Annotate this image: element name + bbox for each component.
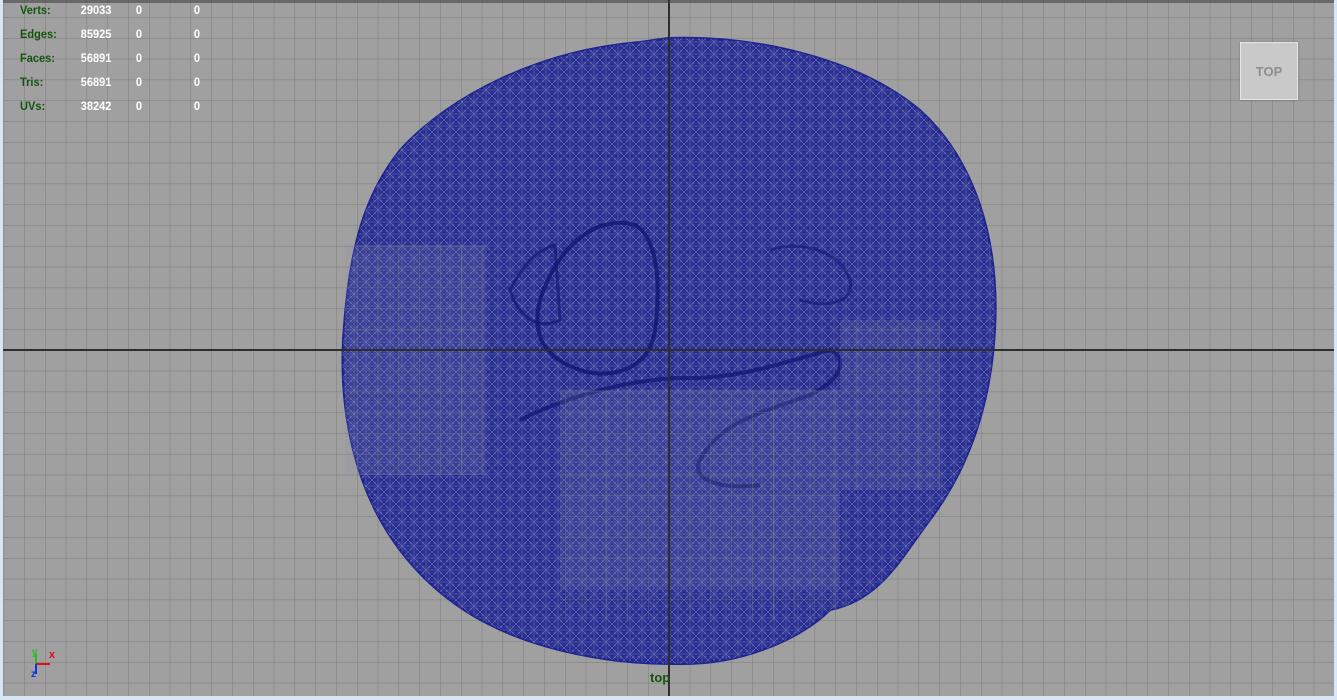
axis-x-label: x (49, 649, 56, 661)
hud-label: Faces: (20, 51, 55, 65)
hud-value: 0 (135, 3, 143, 17)
hud-row-faces: Faces: 56891 0 0 (20, 51, 222, 75)
hud-value: 0 (193, 3, 201, 17)
hud-value: 38242 (80, 99, 112, 113)
hud-value: 0 (193, 99, 201, 113)
viewcube-top[interactable]: TOP (1240, 42, 1298, 100)
hud-row-uvs: UVs: 38242 0 0 (20, 99, 222, 123)
hud-value: 0 (193, 51, 201, 65)
axis-z-label: z (31, 669, 36, 680)
hud-label: UVs: (20, 99, 46, 113)
hud-value: 0 (135, 27, 143, 41)
hud-value: 0 (135, 99, 143, 113)
hud-value: 56891 (80, 51, 112, 65)
hud-value: 29033 (80, 3, 112, 17)
hud-row-tris: Tris: 56891 0 0 (20, 75, 222, 99)
hud-label: Edges: (20, 27, 57, 41)
hud-label: Tris: (20, 75, 44, 89)
poly-count-hud: Verts: 29033 0 0 Edges: 85925 0 0 Faces:… (20, 3, 222, 123)
hud-value: 56891 (80, 75, 112, 89)
viewport-left-border (0, 0, 3, 700)
hud-row-edges: Edges: 85925 0 0 (20, 27, 222, 51)
hud-value: 0 (135, 75, 143, 89)
hud-label: Verts: (20, 3, 51, 17)
viewport-top[interactable]: Verts: 29033 0 0 Edges: 85925 0 0 Faces:… (0, 0, 1337, 700)
hud-value: 0 (193, 75, 201, 89)
hud-value: 0 (193, 27, 201, 41)
axis-y-label: y (32, 647, 38, 658)
hud-value: 85925 (80, 27, 112, 41)
hud-row-verts: Verts: 29033 0 0 (20, 3, 222, 27)
viewport-bottom-border (0, 696, 1337, 700)
camera-name-label: top (650, 670, 671, 685)
hud-value: 0 (135, 51, 143, 65)
axis-gizmo-icon: y x z (31, 647, 56, 680)
